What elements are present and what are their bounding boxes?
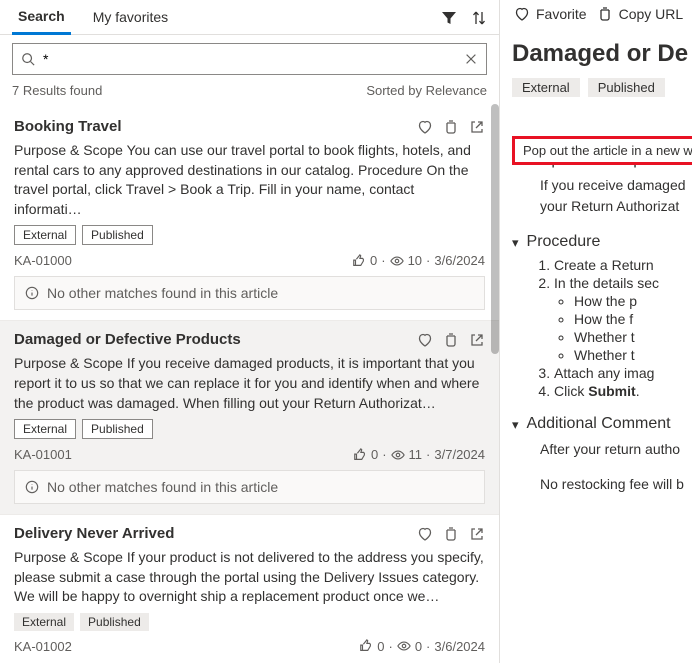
ka-id: KA-01001 <box>14 447 72 462</box>
sort-icon[interactable] <box>471 10 487 26</box>
popout-icon[interactable] <box>469 332 485 348</box>
no-match-banner: No other matches found in this article <box>14 470 485 504</box>
heart-icon[interactable] <box>417 332 433 348</box>
article-text: your Return Authorizat <box>540 196 692 217</box>
views-icon <box>391 448 405 462</box>
likes-count: 0 <box>370 253 377 268</box>
thumbs-up-icon[interactable] <box>352 254 366 268</box>
views-count: 10 <box>408 253 422 268</box>
views-count: 11 <box>409 447 423 462</box>
result-title: Booking Travel <box>14 118 122 135</box>
heart-icon[interactable] <box>417 119 433 135</box>
link-icon[interactable] <box>443 332 459 348</box>
chevron-down-icon: ▾ <box>512 417 519 433</box>
tab-favorites[interactable]: My favorites <box>87 3 174 33</box>
result-card[interactable]: Booking Travel Purpose & Scope You can u… <box>0 108 499 321</box>
chevron-down-icon: ▾ <box>512 235 519 251</box>
link-icon <box>597 6 613 22</box>
result-snippet: Purpose & Scope If your product is not d… <box>14 548 485 607</box>
result-title: Delivery Never Arrived <box>14 525 174 542</box>
no-match-banner: No other matches found in this article <box>14 276 485 310</box>
popout-tooltip: Pop out the article in a new window <box>512 136 692 165</box>
filter-icon[interactable] <box>441 10 457 26</box>
copy-url-button[interactable]: Copy URL <box>597 6 684 22</box>
tag-published: Published <box>82 419 153 439</box>
thumbs-up-icon[interactable] <box>359 639 373 653</box>
section-toggle-procedure[interactable]: ▾ Procedure <box>512 233 692 251</box>
search-icon <box>21 52 35 66</box>
article-tag-external: External <box>512 78 580 97</box>
info-icon <box>25 480 39 494</box>
likes-count: 0 <box>377 639 384 654</box>
link-icon[interactable] <box>443 526 459 542</box>
result-title: Damaged or Defective Products <box>14 331 241 348</box>
article-text: After your return autho <box>540 439 692 460</box>
ka-id: KA-01000 <box>14 253 72 268</box>
tag-published: Published <box>82 225 153 245</box>
scrollbar[interactable] <box>491 104 499 354</box>
popout-icon[interactable] <box>469 119 485 135</box>
result-date: 3/7/2024 <box>434 447 485 462</box>
heart-icon <box>514 6 530 22</box>
tag-published: Published <box>80 613 149 631</box>
ka-id: KA-01002 <box>14 639 72 654</box>
article-text: No restocking fee will b <box>540 474 692 495</box>
info-icon <box>25 286 39 300</box>
search-box[interactable] <box>12 43 487 75</box>
favorite-button[interactable]: Favorite <box>514 6 587 22</box>
tabs-row: Search My favorites <box>0 0 499 35</box>
article-tag-published: Published <box>588 78 665 97</box>
result-card[interactable]: Damaged or Defective Products Purpose & … <box>0 321 499 515</box>
tag-external: External <box>14 419 76 439</box>
views-icon <box>397 639 411 653</box>
link-icon[interactable] <box>443 119 459 135</box>
clear-icon[interactable] <box>464 52 478 66</box>
result-snippet: Purpose & Scope If you receive damaged p… <box>14 354 485 413</box>
heart-icon[interactable] <box>417 526 433 542</box>
views-icon <box>390 254 404 268</box>
article-text: If you receive damaged <box>540 175 692 196</box>
views-count: 0 <box>415 639 422 654</box>
popout-icon[interactable] <box>469 526 485 542</box>
section-toggle-additional[interactable]: ▾ Additional Comment <box>512 415 692 433</box>
article-title: Damaged or De <box>512 40 692 68</box>
tag-external: External <box>14 225 76 245</box>
result-date: 3/6/2024 <box>434 253 485 268</box>
results-list: Booking Travel Purpose & Scope You can u… <box>0 106 499 663</box>
tab-search[interactable]: Search <box>12 2 71 35</box>
procedure-list: Create a Return In the details sec How t… <box>512 257 692 399</box>
tag-external: External <box>14 613 74 631</box>
sorted-by[interactable]: Sorted by Relevance <box>366 83 487 98</box>
result-snippet: Purpose & Scope You can use our travel p… <box>14 141 485 219</box>
article-pane: Favorite Copy URL Damaged or De External… <box>500 0 692 663</box>
thumbs-up-icon[interactable] <box>353 448 367 462</box>
search-input[interactable] <box>41 50 458 68</box>
results-count: 7 Results found <box>12 83 102 98</box>
result-card[interactable]: Delivery Never Arrived Purpose & Scope I… <box>0 515 499 663</box>
result-date: 3/6/2024 <box>434 639 485 654</box>
likes-count: 0 <box>371 447 378 462</box>
